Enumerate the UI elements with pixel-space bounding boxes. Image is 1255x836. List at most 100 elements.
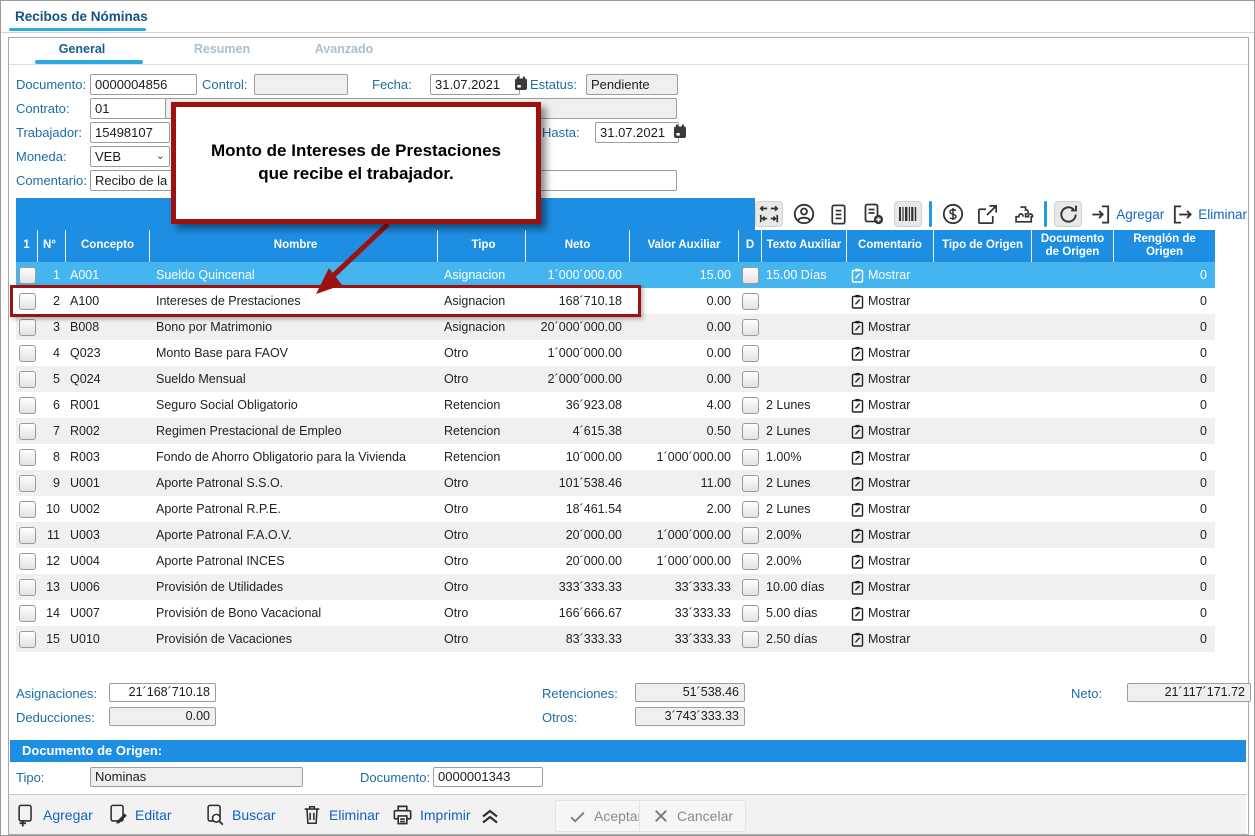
contrato-field[interactable]: 01 — [90, 98, 170, 119]
refresh-icon[interactable] — [1054, 201, 1082, 227]
mostrar-link[interactable]: Mostrar — [868, 346, 910, 360]
fecha-field[interactable]: 31.07.2021 — [430, 74, 520, 95]
mostrar-link[interactable]: Mostrar — [868, 502, 910, 516]
row-checkbox[interactable] — [19, 371, 36, 388]
mostrar-link[interactable]: Mostrar — [868, 294, 910, 308]
column-header[interactable]: Documento de Origen — [1032, 230, 1114, 262]
trabajador-field[interactable]: 15498107 — [90, 122, 170, 143]
row-checkbox[interactable] — [19, 319, 36, 336]
hasta-field[interactable]: 31.07.2021 — [595, 122, 679, 143]
table-row[interactable]: 15U010Provisión de VacacionesOtro83´333.… — [16, 626, 1215, 652]
d-checkbox[interactable] — [742, 475, 759, 492]
d-checkbox[interactable] — [742, 449, 759, 466]
row-checkbox[interactable] — [19, 553, 36, 570]
d-checkbox[interactable] — [742, 371, 759, 388]
table-row[interactable]: 12U004Aporte Patronal INCESOtro20´000.00… — [16, 548, 1215, 574]
origen-tipo-field[interactable]: Nominas — [90, 767, 303, 787]
origen-documento-field[interactable]: 0000001343 — [433, 767, 543, 787]
mostrar-link[interactable]: Mostrar — [868, 450, 910, 464]
mostrar-link[interactable]: Mostrar — [868, 476, 910, 490]
table-row[interactable]: 3B008Bono por MatrimonioAsignacion20´000… — [16, 314, 1215, 340]
grid-agregar-button[interactable]: Agregar — [1089, 203, 1164, 226]
mostrar-link[interactable]: Mostrar — [868, 580, 910, 594]
d-checkbox[interactable] — [742, 293, 759, 310]
editar-button[interactable]: Editar — [107, 802, 172, 828]
user-icon[interactable] — [790, 201, 818, 227]
external-link-icon[interactable] — [974, 201, 1002, 227]
document-icon[interactable] — [824, 201, 852, 227]
d-checkbox[interactable] — [742, 397, 759, 414]
column-header[interactable]: 1 — [16, 230, 38, 262]
row-checkbox[interactable] — [19, 527, 36, 544]
column-header[interactable]: Neto — [526, 230, 630, 262]
column-header[interactable]: N° — [38, 230, 66, 262]
row-checkbox[interactable] — [19, 475, 36, 492]
table-row[interactable]: 5Q024Sueldo MensualOtro2´000´000.000.00M… — [16, 366, 1215, 392]
row-checkbox[interactable] — [19, 605, 36, 622]
row-checkbox[interactable] — [19, 423, 36, 440]
row-checkbox[interactable] — [19, 501, 36, 518]
column-header[interactable]: Texto Auxiliar — [762, 230, 847, 262]
mostrar-link[interactable]: Mostrar — [868, 606, 910, 620]
d-checkbox[interactable] — [742, 605, 759, 622]
agregar-button[interactable]: Agregar — [15, 802, 93, 828]
documento-field[interactable]: 0000004856 — [90, 74, 197, 95]
column-header[interactable]: Valor Auxiliar — [630, 230, 739, 262]
table-row[interactable]: 4Q023Monto Base para FAOVOtro1´000´000.0… — [16, 340, 1215, 366]
row-checkbox[interactable] — [19, 267, 36, 284]
row-checkbox[interactable] — [19, 579, 36, 596]
column-header[interactable]: Renglón de Origen — [1114, 230, 1215, 262]
table-row[interactable]: 14U007Provisión de Bono VacacionalOtro16… — [16, 600, 1215, 626]
column-header[interactable]: Tipo de Origen — [934, 230, 1032, 262]
d-checkbox[interactable] — [742, 345, 759, 362]
moneda-select[interactable]: VEB ⌄ — [90, 146, 170, 167]
d-checkbox[interactable] — [742, 501, 759, 518]
mostrar-link[interactable]: Mostrar — [868, 528, 910, 542]
d-checkbox[interactable] — [742, 267, 759, 284]
row-checkbox[interactable] — [19, 345, 36, 362]
table-row[interactable]: 7R002Regimen Prestacional de EmpleoReten… — [16, 418, 1215, 444]
tab-avanzado[interactable]: Avanzado — [274, 42, 414, 56]
tab-resumen[interactable]: Resumen — [152, 42, 292, 56]
column-header[interactable]: Concepto — [66, 230, 150, 262]
fecha-calendar-icon[interactable] — [514, 76, 528, 91]
buscar-button[interactable]: Buscar — [204, 802, 276, 828]
table-row[interactable]: 10U002Aporte Patronal R.P.E.Otro18´461.5… — [16, 496, 1215, 522]
eliminar-button[interactable]: Eliminar — [301, 802, 380, 828]
mostrar-link[interactable]: Mostrar — [868, 554, 910, 568]
puzzle-icon[interactable] — [1009, 201, 1037, 227]
control-field[interactable] — [254, 74, 348, 95]
cancelar-button[interactable]: Cancelar — [639, 800, 746, 832]
document-add-icon[interactable] — [859, 201, 887, 227]
grid-eliminar-button[interactable]: Eliminar — [1171, 203, 1247, 226]
column-header[interactable]: Tipo — [438, 230, 526, 262]
row-checkbox[interactable] — [19, 631, 36, 648]
barcode-icon[interactable] — [894, 201, 922, 227]
mostrar-link[interactable]: Mostrar — [868, 632, 910, 646]
column-header[interactable]: D — [739, 230, 762, 262]
table-row[interactable]: 9U001Aporte Patronal S.S.O.Otro101´538.4… — [16, 470, 1215, 496]
mostrar-link[interactable]: Mostrar — [868, 398, 910, 412]
table-row[interactable]: 13U006Provisión de UtilidadesOtro333´333… — [16, 574, 1215, 600]
mostrar-link[interactable]: Mostrar — [868, 424, 910, 438]
tab-general[interactable]: General — [12, 42, 152, 56]
table-row[interactable]: 11U003Aporte Patronal F.A.O.V.Otro20´000… — [16, 522, 1215, 548]
d-checkbox[interactable] — [742, 527, 759, 544]
row-checkbox[interactable] — [19, 449, 36, 466]
column-header[interactable]: Comentario — [847, 230, 934, 262]
d-checkbox[interactable] — [742, 553, 759, 570]
dollar-icon[interactable] — [939, 201, 967, 227]
collapse-toolbar-button[interactable] — [477, 802, 503, 828]
imprimir-button[interactable]: Imprimir — [391, 802, 471, 828]
table-row[interactable]: 6R001Seguro Social ObligatorioRetencion3… — [16, 392, 1215, 418]
d-checkbox[interactable] — [742, 631, 759, 648]
mostrar-link[interactable]: Mostrar — [868, 268, 910, 282]
d-checkbox[interactable] — [742, 579, 759, 596]
hasta-calendar-icon[interactable] — [673, 124, 687, 139]
mostrar-link[interactable]: Mostrar — [868, 372, 910, 386]
d-checkbox[interactable] — [742, 319, 759, 336]
table-row[interactable]: 8R003Fondo de Ahorro Obligatorio para la… — [16, 444, 1215, 470]
d-checkbox[interactable] — [742, 423, 759, 440]
expand-columns-icon[interactable] — [755, 201, 783, 227]
row-checkbox[interactable] — [19, 397, 36, 414]
